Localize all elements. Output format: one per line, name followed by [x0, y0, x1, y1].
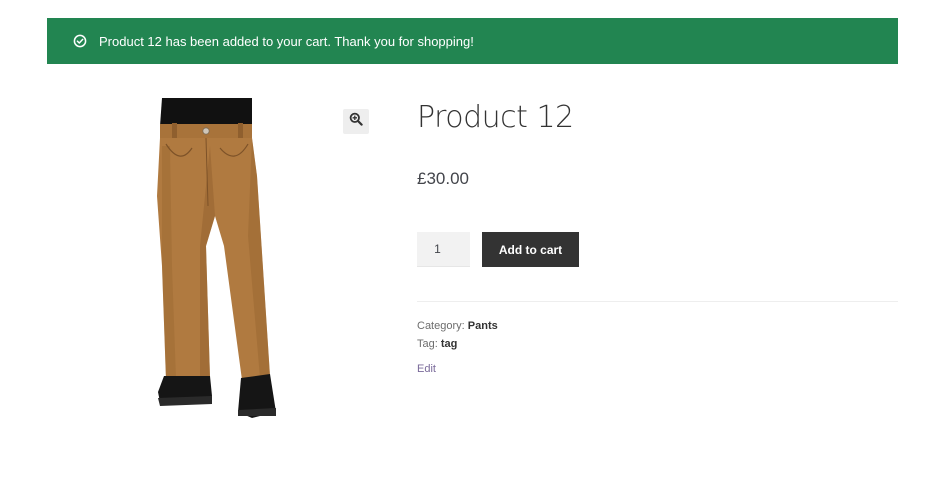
tag-link[interactable]: tag: [441, 338, 458, 350]
category-label: Category:: [417, 320, 465, 332]
product-price: £30.00: [417, 169, 469, 188]
quantity-input[interactable]: [417, 232, 470, 267]
zoom-in-icon: [349, 112, 363, 131]
check-circle-icon: [73, 34, 87, 48]
tag-label: Tag:: [417, 338, 438, 350]
category-link[interactable]: Pants: [468, 320, 498, 332]
tag-line: Tag: tag: [417, 335, 498, 353]
cart-success-notice: Product 12 has been added to your cart. …: [47, 18, 898, 64]
zoom-button[interactable]: [343, 109, 369, 134]
notice-message: Product 12 has been added to your cart. …: [99, 33, 474, 49]
product-title: Product 12: [417, 100, 574, 135]
product-meta: Category: Pants Tag: tag: [417, 317, 498, 353]
add-to-cart-button[interactable]: Add to cart: [482, 232, 579, 267]
category-line: Category: Pants: [417, 317, 498, 335]
divider: [417, 301, 898, 302]
product-image: [120, 96, 380, 426]
edit-link[interactable]: Edit: [417, 363, 436, 375]
product-summary: Product 12 £30.00 Add to cart Category: …: [417, 98, 898, 375]
